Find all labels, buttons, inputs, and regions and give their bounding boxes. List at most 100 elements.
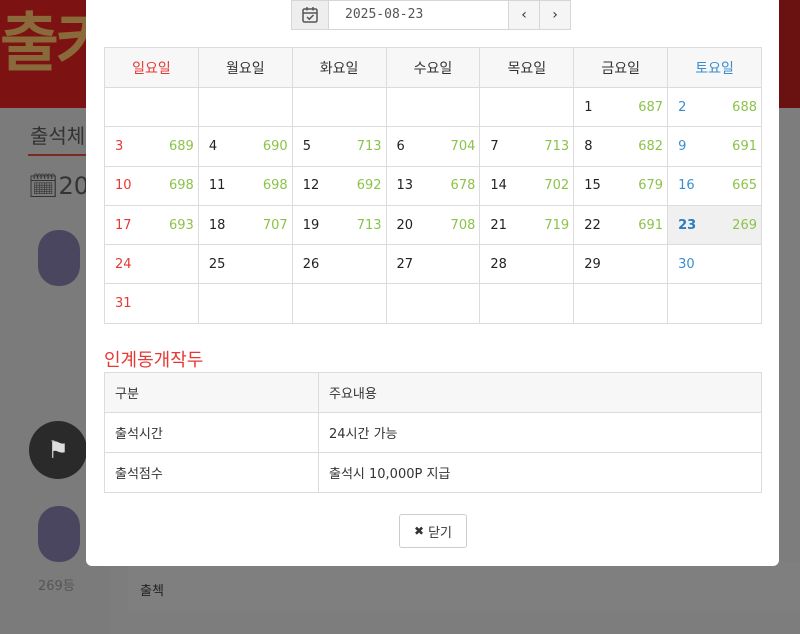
day-number: 10 xyxy=(115,178,132,194)
calendar-day-cell xyxy=(667,283,762,324)
weekday-wed: 수요일 xyxy=(385,47,481,88)
calendar-day-cell xyxy=(291,86,387,128)
calendar-check-icon[interactable] xyxy=(291,0,329,30)
calendar-day-cell xyxy=(197,86,293,128)
day-number: 25 xyxy=(208,256,226,272)
info-header-row: 구분 주요내용 xyxy=(104,372,762,413)
day-number: 5 xyxy=(302,138,311,154)
calendar-day-cell[interactable]: 16 665 xyxy=(667,165,762,206)
chevron-right-icon: › xyxy=(552,7,558,23)
calendar-day-cell[interactable]: 27 xyxy=(385,244,481,285)
calendar-day-cell[interactable]: 12 692 xyxy=(291,165,387,206)
calendar-day-cell[interactable]: 6 704 xyxy=(385,126,481,167)
calendar-day-cell[interactable]: 19 713 xyxy=(291,204,387,246)
calendar-day-cell[interactable]: 31 xyxy=(104,283,199,324)
day-number: 24 xyxy=(115,256,132,272)
avatar[interactable] xyxy=(38,230,80,286)
calendar-heading-text: 20 xyxy=(58,172,90,200)
calendar-day-cell[interactable]: 20 708 xyxy=(385,204,481,246)
attendance-calendar: 일요일 월요일 화요일 수요일 목요일 금요일 토요일 1 687 2 688 3 689… xyxy=(104,47,762,324)
calendar-day-cell xyxy=(291,283,387,324)
calendar-day-cell[interactable]: 18 707 xyxy=(197,204,293,246)
calendar-day-cell[interactable]: 9 691 xyxy=(667,126,762,167)
calendar-day-cell[interactable]: 14 702 xyxy=(479,165,575,206)
day-number: 20 xyxy=(396,217,414,233)
attendance-count: 690 xyxy=(262,138,288,154)
calendar-day-cell[interactable]: 29 xyxy=(573,244,669,285)
calendar-day-cell[interactable]: 8 682 xyxy=(573,126,669,167)
calendar-day-cell[interactable]: 3 689 xyxy=(104,126,199,167)
attendance-count: 689 xyxy=(169,138,194,154)
attendance-count: 719 xyxy=(544,217,570,233)
calendar-day-cell[interactable]: 21 719 xyxy=(479,204,575,246)
calendar-week-row: 3 689 4 690 5 713 6 704 7 713 8 682 9 691 xyxy=(104,126,762,167)
calendar-day-cell xyxy=(385,86,481,128)
chevron-left-icon: ‹ xyxy=(521,7,527,23)
calendar-day-cell[interactable]: 26 xyxy=(291,244,387,285)
day-number: 8 xyxy=(584,138,593,154)
calendar-day-cell[interactable]: 25 xyxy=(197,244,293,285)
day-number: 19 xyxy=(302,217,320,233)
calendar-day-cell[interactable]: 17 693 xyxy=(104,204,199,246)
calendar-day-cell[interactable]: 1 687 xyxy=(573,86,669,128)
day-number: 2 xyxy=(678,99,687,115)
info-table: 구분 주요내용 출석시간 24시간 가능 출석점수 출석시 10,000P 지급 xyxy=(104,372,762,493)
prev-month-button[interactable]: ‹ xyxy=(509,0,540,30)
table-row: 출석시간 24시간 가능 xyxy=(104,412,762,453)
calendar-week-row: 17 693 18 707 19 713 20 708 21 719 22 691 23 269 xyxy=(104,204,762,246)
calendar-day-cell xyxy=(197,283,293,324)
info-cell-label: 출석시간 xyxy=(104,412,319,453)
day-number: 7 xyxy=(490,138,499,154)
close-button-label: 닫기 xyxy=(428,525,452,541)
attendance-count: 688 xyxy=(732,99,757,115)
close-button[interactable]: ✖ 닫기 xyxy=(399,514,467,548)
day-number: 9 xyxy=(678,138,687,154)
calendar-day-cell[interactable]: 10 698 xyxy=(104,165,199,206)
table-row: 출석점수 출석시 10,000P 지급 xyxy=(104,452,762,493)
date-picker: 2025-08-23 ‹ › xyxy=(291,0,575,30)
calendar-heading: 🗓20 xyxy=(28,172,89,200)
calendar-day-cell[interactable]: 24 xyxy=(104,244,199,285)
attendance-count: 687 xyxy=(638,99,664,115)
day-number: 6 xyxy=(396,138,405,154)
attendance-count: 713 xyxy=(544,138,570,154)
weekday-thu: 목요일 xyxy=(479,47,575,88)
calendar-day-cell[interactable]: 22 691 xyxy=(573,204,669,246)
list-item-text: 출첵 xyxy=(140,584,164,599)
day-number: 13 xyxy=(396,178,414,194)
avatar[interactable] xyxy=(38,506,80,562)
weekday-sat: 토요일 xyxy=(667,47,762,88)
calendar-day-cell[interactable]: 30 xyxy=(667,244,762,285)
date-input[interactable]: 2025-08-23 xyxy=(329,0,509,30)
calendar-day-cell[interactable]: 28 xyxy=(479,244,575,285)
info-title: 인계동개작두 xyxy=(104,350,204,371)
calendar-day-cell[interactable]: 15 679 xyxy=(573,165,669,206)
attendance-count: 691 xyxy=(732,138,757,154)
calendar-day-cell[interactable]: 11 698 xyxy=(197,165,293,206)
attendance-count: 698 xyxy=(169,178,194,194)
attendance-count: 702 xyxy=(544,178,570,194)
calendar-week-row: 31 xyxy=(104,283,762,324)
section-title-underline xyxy=(28,154,90,156)
calendar-day-cell xyxy=(385,283,481,324)
info-cell-value: 24시간 가능 xyxy=(318,412,762,453)
attendance-count: 693 xyxy=(169,217,194,233)
attendance-count: 678 xyxy=(450,178,476,194)
calendar-day-cell[interactable]: 23 269 xyxy=(667,204,762,246)
calendar-day-cell[interactable]: 13 678 xyxy=(385,165,481,206)
calendar-day-cell[interactable]: 2 688 xyxy=(667,86,762,128)
calendar-week-row: 1 687 2 688 xyxy=(104,86,762,128)
attendance-count: 269 xyxy=(732,217,757,233)
calendar-day-cell[interactable]: 7 713 xyxy=(479,126,575,167)
info-header-content: 주요내용 xyxy=(318,372,762,413)
calendar-day-cell[interactable]: 4 690 xyxy=(197,126,293,167)
day-number: 15 xyxy=(584,178,601,194)
attendance-count: 707 xyxy=(262,217,288,233)
section-title: 출석체 xyxy=(30,124,86,148)
attendance-count: 691 xyxy=(638,217,664,233)
calendar-day-cell[interactable]: 5 713 xyxy=(291,126,387,167)
weekday-tue: 화요일 xyxy=(291,47,387,88)
flag-icon[interactable]: ⚑ xyxy=(29,421,87,479)
calendar-day-cell xyxy=(104,86,199,128)
next-month-button[interactable]: › xyxy=(540,0,571,30)
